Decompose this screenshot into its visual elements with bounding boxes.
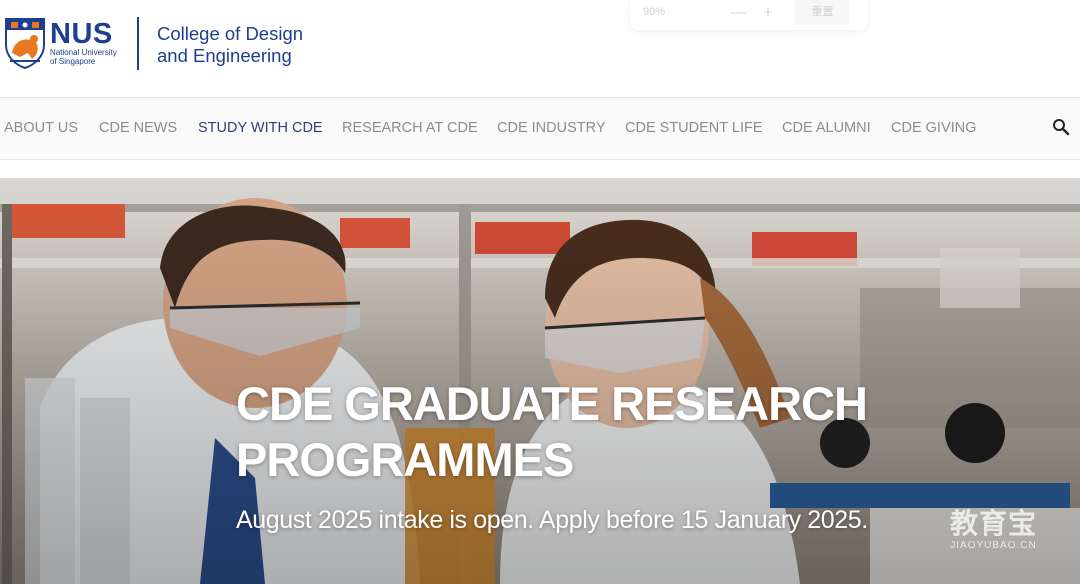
nus-crest-icon [5,18,45,69]
nav-item-cde-giving[interactable]: CDE GIVING [891,120,976,136]
hero-subtitle: August 2025 intake is open. Apply before… [236,506,868,534]
nus-subtitle-line2: of Singapore [50,57,96,66]
zoom-level: 90% [643,6,666,18]
nus-subtitle-line1: National University [50,48,117,57]
watermark-text-cn: 教育宝 [950,507,1038,540]
college-name-link[interactable]: College of Design and Engineering [157,23,303,67]
zoom-reset-button[interactable]: 重置 [795,0,850,25]
college-name-line1: College of Design [157,23,304,44]
nav-item-cde-industry[interactable]: CDE INDUSTRY [497,120,606,136]
zoom-out-button[interactable]: — [723,4,753,21]
site-header: NUS National University of Singapore Col… [0,0,1080,97]
main-nav: ABOUT US CDE NEWS STUDY WITH CDE RESEARC… [0,97,1080,160]
nav-item-study-with-cde[interactable]: STUDY WITH CDE [198,120,323,136]
nav-item-cde-news[interactable]: CDE NEWS [99,120,177,136]
watermark-text-en: JIAOYUBAO.CN [950,540,1037,551]
nus-logo-link[interactable]: NUS National University of Singapore [4,17,117,69]
nav-item-cde-student-life[interactable]: CDE STUDENT LIFE [625,120,763,136]
search-icon[interactable] [1052,118,1070,136]
nav-item-about-us[interactable]: ABOUT US [4,120,78,136]
zoom-in-button[interactable]: + [753,4,783,21]
nav-item-research-at-cde[interactable]: RESEARCH AT CDE [342,120,478,136]
watermark: 教育宝 JIAOYUBAO.CN [950,507,1038,552]
nus-wordmark: NUS [50,18,113,50]
hero-title: CDE GRADUATE RESEARCH PROGRAMMES [236,377,868,486]
nav-item-cde-alumni[interactable]: CDE ALUMNI [782,120,871,136]
zoom-widget: 90% — + 重置 [630,0,868,30]
hero-banner[interactable]: CDE GRADUATE RESEARCH PROGRAMMES August … [0,178,1080,584]
logo-divider [137,17,139,70]
college-name-line2: and Engineering [157,45,292,66]
